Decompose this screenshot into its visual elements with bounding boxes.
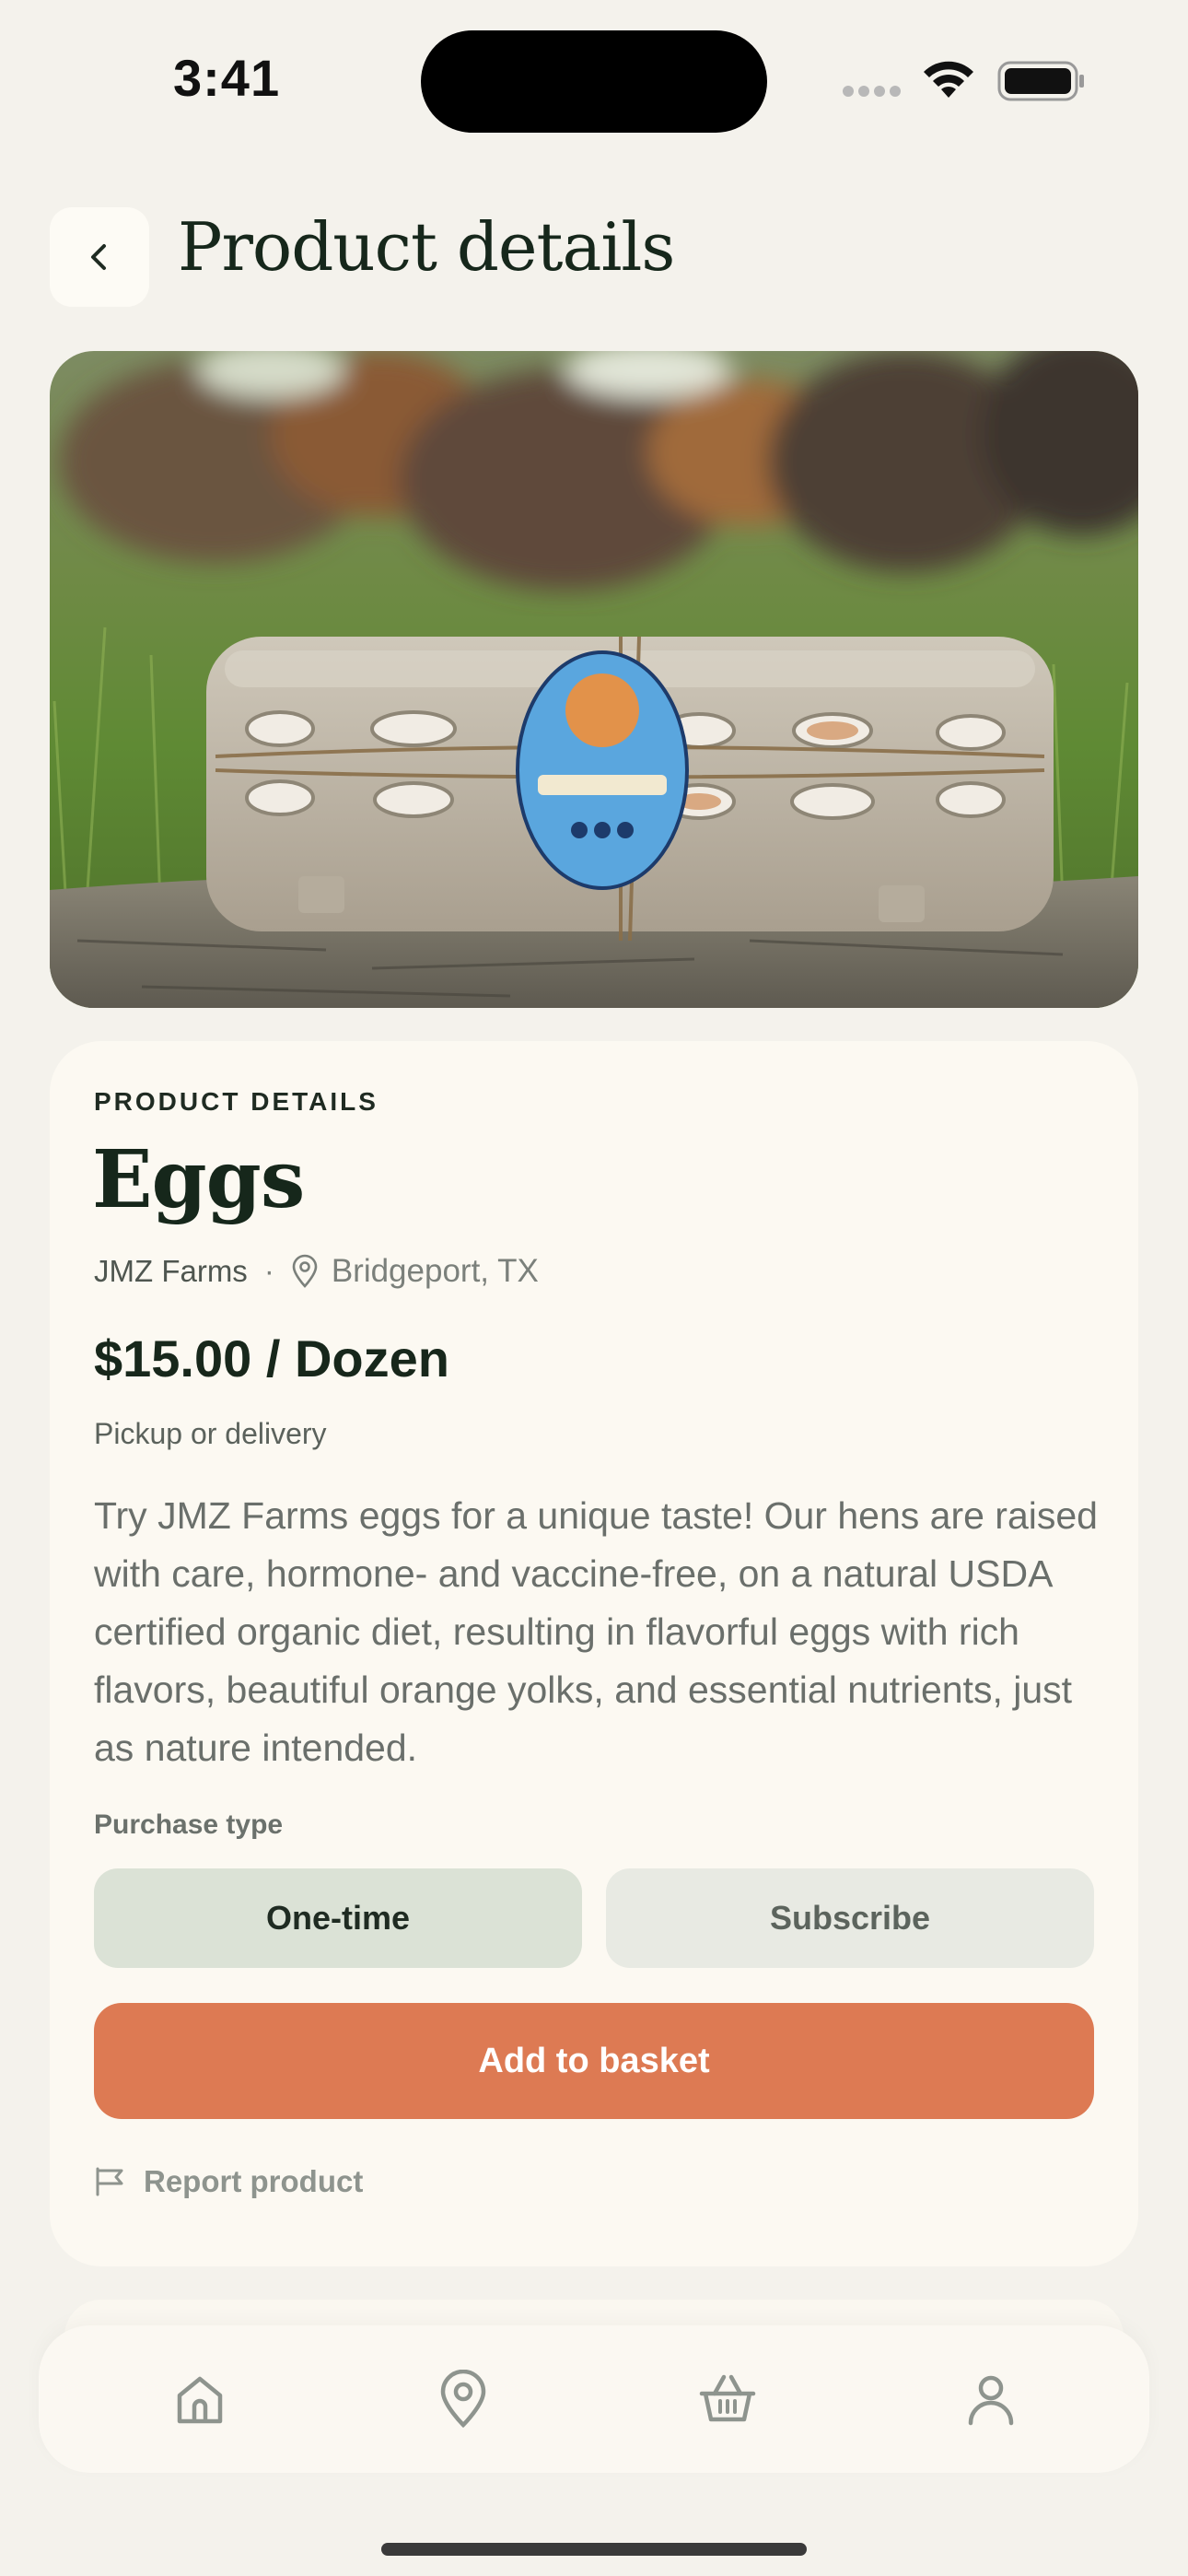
wifi-icon <box>921 59 976 104</box>
home-indicator[interactable] <box>381 2543 807 2556</box>
bottom-nav <box>39 2325 1149 2473</box>
one-time-option-button[interactable]: One-time <box>94 1868 582 1968</box>
dynamic-island <box>421 30 767 133</box>
home-icon <box>177 2376 223 2424</box>
page-title: Product details <box>178 208 675 286</box>
map-pin-icon <box>291 1254 319 1289</box>
farm-link[interactable]: JMZ Farms <box>94 1254 248 1289</box>
nav-profile[interactable] <box>954 2362 1028 2436</box>
flag-icon <box>94 2167 125 2196</box>
subscribe-option-button[interactable]: Subscribe <box>606 1868 1094 1968</box>
user-icon <box>968 2375 1014 2426</box>
location-text: Bridgeport, TX <box>331 1253 539 1289</box>
section-label: PRODUCT DETAILS <box>94 1087 379 1116</box>
back-button[interactable] <box>50 207 149 307</box>
product-photo <box>50 351 1138 1008</box>
battery-icon <box>997 61 1086 106</box>
price: $15.00 / Dozen <box>94 1329 449 1388</box>
separator: · <box>263 1254 274 1288</box>
report-product-label: Report product <box>144 2164 364 2198</box>
add-to-basket-button[interactable]: Add to basket <box>94 2003 1094 2119</box>
cellular-signal-icon <box>843 85 905 98</box>
fulfilment-method: Pickup or delivery <box>94 1417 327 1450</box>
nav-map[interactable] <box>426 2362 500 2436</box>
report-product-link[interactable]: Report product <box>94 2163 363 2200</box>
product-name: Eggs <box>92 1133 305 1226</box>
status-bar: 3:41 <box>0 0 1188 147</box>
product-meta: JMZ Farms · Bridgeport, TX <box>94 1251 539 1292</box>
status-time: 3:41 <box>173 49 281 107</box>
map-pin-icon <box>440 2370 486 2429</box>
product-description: Try JMZ Farms eggs for a unique taste! O… <box>94 1494 1098 1769</box>
nav-home[interactable] <box>163 2362 237 2436</box>
chevron-left-icon <box>91 244 106 270</box>
purchase-type-label: Purchase type <box>94 1809 284 1840</box>
nav-basket[interactable] <box>691 2362 764 2436</box>
basket-icon <box>699 2374 756 2422</box>
product-details-card: PRODUCT DETAILS Eggs JMZ Farms · Bridgep… <box>50 1041 1138 2266</box>
